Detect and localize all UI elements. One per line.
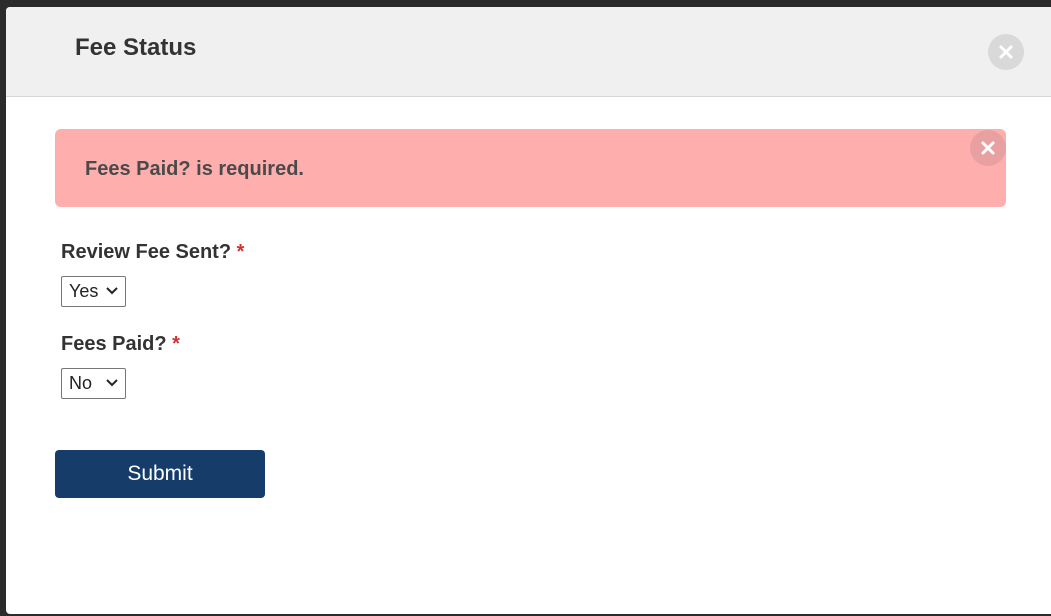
fees-paid-select[interactable]: No <box>61 368 126 399</box>
submit-button[interactable]: Submit <box>55 450 265 498</box>
review-fee-sent-select[interactable]: Yes <box>61 276 126 307</box>
alert-message: Fees Paid? is required. <box>85 158 304 180</box>
modal-title: Fee Status <box>75 34 197 61</box>
modal-close-button[interactable] <box>988 34 1024 70</box>
modal-header: Fee Status <box>6 7 1051 97</box>
required-indicator: * <box>236 241 245 263</box>
field-label-text: Review Fee Sent? <box>61 241 232 263</box>
selected-value: No <box>69 373 93 393</box>
review-fee-sent-field: Review Fee Sent? * Yes <box>61 241 244 307</box>
error-alert: Fees Paid? is required. <box>55 129 1006 207</box>
required-indicator: * <box>172 333 180 355</box>
field-label-text: Fees Paid? <box>61 333 167 355</box>
close-icon <box>999 45 1013 59</box>
alert-close-button[interactable] <box>970 130 1006 166</box>
selected-value: Yes <box>69 281 99 301</box>
fees-paid-label: Fees Paid? * <box>61 333 180 359</box>
close-icon <box>981 141 995 155</box>
review-fee-sent-label: Review Fee Sent? * <box>61 241 244 267</box>
chevron-down-icon <box>106 287 118 295</box>
fee-status-modal: Fee Status Fees Paid? is required. Revie… <box>6 7 1051 614</box>
fees-paid-field: Fees Paid? * No <box>61 333 180 399</box>
chevron-down-icon <box>106 379 118 387</box>
